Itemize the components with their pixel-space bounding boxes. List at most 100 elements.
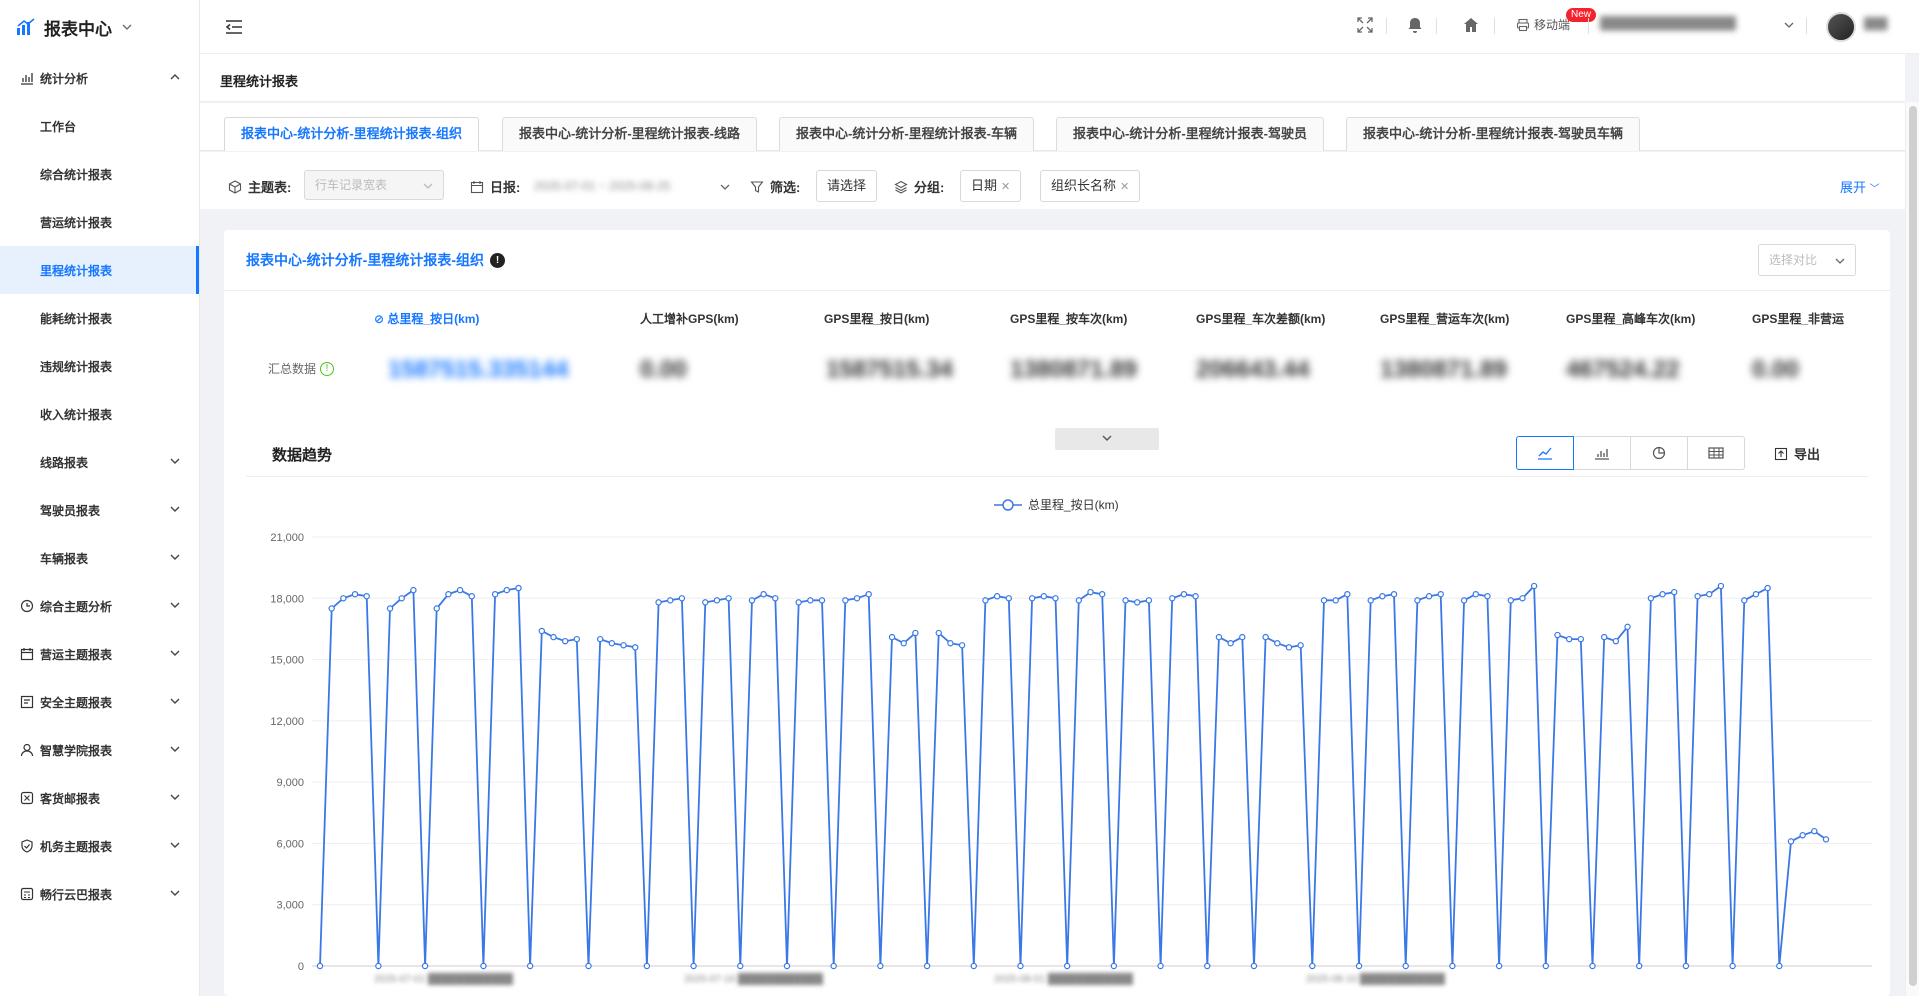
data-point[interactable] <box>1776 962 1783 970</box>
data-point[interactable] <box>620 642 627 649</box>
sidebar-item-energy-stats[interactable]: 能耗统计报表 <box>0 294 199 342</box>
data-point[interactable] <box>1612 637 1620 645</box>
data-point[interactable] <box>655 599 662 606</box>
data-point[interactable] <box>480 962 487 970</box>
data-point[interactable] <box>445 590 452 598</box>
data-point[interactable] <box>1040 593 1048 600</box>
data-point[interactable] <box>865 590 872 598</box>
date-range-value[interactable]: 2025-07-01 ~ 2025-08-25 <box>534 179 714 193</box>
data-point[interactable] <box>935 629 942 637</box>
data-point[interactable] <box>1087 588 1094 596</box>
data-point[interactable] <box>1402 962 1409 970</box>
data-point[interactable] <box>456 586 464 594</box>
data-point[interactable] <box>1309 962 1316 970</box>
pie-chart-button[interactable] <box>1630 436 1688 470</box>
sidebar-item-route-report[interactable]: 线路报表 <box>0 438 199 486</box>
sidebar-item-maintenance[interactable]: 机务主题报表 <box>0 822 199 870</box>
data-point[interactable] <box>1344 590 1351 598</box>
data-point[interactable] <box>1332 597 1339 604</box>
group-chip-date[interactable]: 日期 ✕ <box>960 170 1022 202</box>
data-point[interactable] <box>1110 962 1118 970</box>
data-point[interactable] <box>1636 962 1643 970</box>
data-point[interactable] <box>1449 962 1456 970</box>
data-point[interactable] <box>1215 633 1223 641</box>
data-point[interactable] <box>678 595 686 602</box>
data-point[interactable] <box>807 597 814 604</box>
avatar[interactable] <box>1826 12 1856 42</box>
data-point[interactable] <box>1320 597 1328 604</box>
data-point[interactable] <box>410 586 417 594</box>
data-point[interactable] <box>1822 836 1830 843</box>
data-point[interactable] <box>1192 593 1199 600</box>
data-point[interactable] <box>725 595 732 602</box>
data-point[interactable] <box>1075 597 1083 604</box>
org-selector[interactable]: ████████████████ <box>1600 16 1780 34</box>
logo[interactable]: 报表中心 <box>0 0 199 54</box>
data-point[interactable] <box>888 633 896 641</box>
table-button[interactable] <box>1687 436 1745 470</box>
filter-select-button[interactable]: 请选择 <box>816 170 878 202</box>
info-icon[interactable]: ! <box>490 252 505 268</box>
data-point[interactable] <box>1169 595 1176 602</box>
data-point[interactable] <box>538 627 546 635</box>
data-point[interactable] <box>1355 962 1363 970</box>
data-point[interactable] <box>468 593 475 600</box>
data-point[interactable] <box>1741 597 1748 604</box>
data-point[interactable] <box>561 637 569 645</box>
tab-driver-vehicle[interactable]: 报表中心-统计分析-里程统计报表-驾驶员车辆 <box>1346 117 1640 151</box>
data-point[interactable] <box>596 635 604 643</box>
vertical-scrollbar[interactable] <box>1905 102 1919 996</box>
data-point[interactable] <box>1787 838 1795 845</box>
data-point[interactable] <box>632 644 639 651</box>
scrollbar-thumb[interactable] <box>1909 106 1917 986</box>
data-point[interactable] <box>1063 962 1071 970</box>
data-point[interactable] <box>1250 962 1258 970</box>
data-point[interactable] <box>1122 597 1129 604</box>
data-point[interactable] <box>842 597 849 604</box>
data-point[interactable] <box>690 962 697 970</box>
sidebar-item-general-stats[interactable]: 综合统计报表 <box>0 150 199 198</box>
user-name[interactable]: ███ <box>1864 18 1900 32</box>
data-point[interactable] <box>1764 584 1771 592</box>
data-point[interactable] <box>1659 590 1666 598</box>
bell-icon[interactable] <box>1406 16 1424 34</box>
data-point[interactable] <box>1134 599 1141 606</box>
export-button[interactable]: 导出 <box>1774 444 1820 463</box>
metric-header[interactable]: GPS里程_按车次(km) <box>1010 310 1127 327</box>
sidebar-item-academy[interactable]: 智慧学院报表 <box>0 726 199 774</box>
data-point[interactable] <box>573 635 581 643</box>
metric-header[interactable]: GPS里程_非营运 <box>1752 310 1844 327</box>
sidebar-item-general-theme[interactable]: 综合主题分析 <box>0 582 199 630</box>
data-point[interactable] <box>1390 590 1398 598</box>
data-point[interactable] <box>702 599 709 606</box>
compare-select[interactable]: 选择对比 <box>1758 244 1856 276</box>
data-point[interactable] <box>1647 595 1655 602</box>
data-point[interactable] <box>993 593 1001 600</box>
data-point[interactable] <box>550 633 557 641</box>
sidebar-item-workbench[interactable]: 工作台 <box>0 102 199 150</box>
sidebar-item-mileage-stats[interactable]: 里程统计报表 <box>0 246 199 294</box>
sidebar-item-operation-theme[interactable]: 营运主题报表 <box>0 630 199 678</box>
data-point[interactable] <box>398 595 405 602</box>
data-point[interactable] <box>1239 633 1246 641</box>
data-point[interactable] <box>608 640 616 647</box>
data-point[interactable] <box>1577 635 1585 643</box>
data-point[interactable] <box>1180 590 1188 598</box>
data-point[interactable] <box>1589 962 1596 970</box>
data-point[interactable] <box>1717 582 1725 590</box>
data-point[interactable] <box>1028 595 1036 602</box>
data-point[interactable] <box>316 962 324 970</box>
bar-chart-button[interactable] <box>1573 436 1631 470</box>
metric-header[interactable]: ⊘ 总里程_按日(km) <box>374 310 479 327</box>
fullscreen-icon[interactable] <box>1356 16 1374 34</box>
tab-route[interactable]: 报表中心-统计分析-里程统计报表-线路 <box>502 117 757 151</box>
tab-driver[interactable]: 报表中心-统计分析-里程统计报表-驾驶员 <box>1056 117 1324 151</box>
tab-org[interactable]: 报表中心-统计分析-里程统计报表-组织 <box>224 117 479 151</box>
data-point[interactable] <box>328 605 335 612</box>
data-point[interactable] <box>585 962 592 970</box>
data-point[interactable] <box>830 962 837 970</box>
data-point[interactable] <box>351 590 359 598</box>
data-point[interactable] <box>1017 962 1024 970</box>
data-point[interactable] <box>1285 644 1293 651</box>
chevron-down-icon[interactable] <box>720 182 730 192</box>
